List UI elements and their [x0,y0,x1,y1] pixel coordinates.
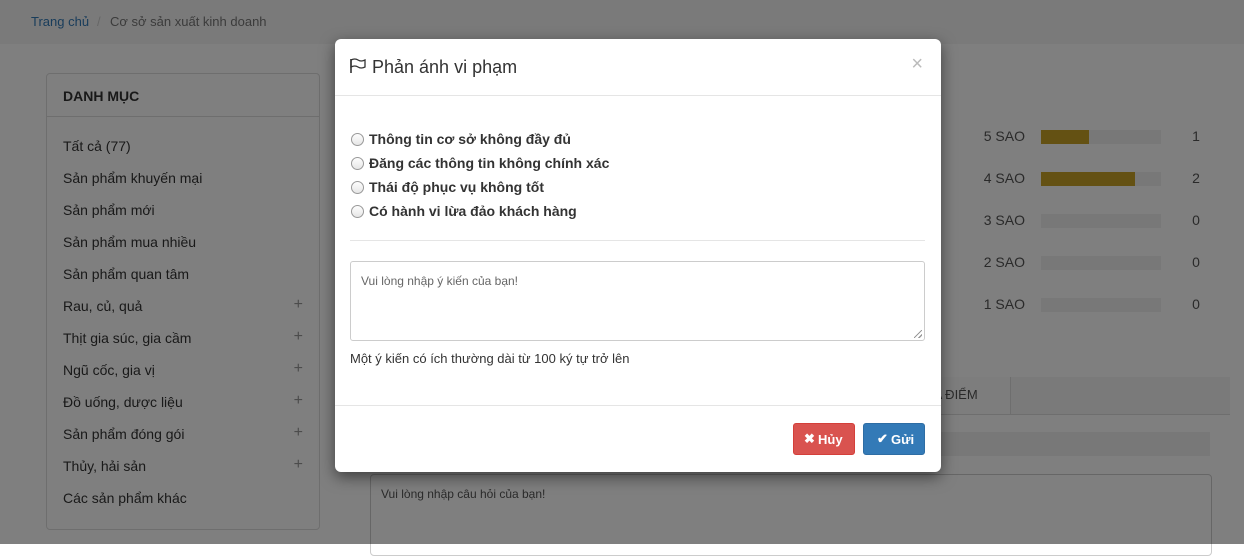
radio-button[interactable] [351,205,364,218]
send-button-label: Gửi [891,432,915,447]
option-label: Thái độ phục vụ không tốt [369,179,544,195]
divider [350,240,925,241]
violation-option-fraud[interactable]: Có hành vi lừa đảo khách hàng [351,201,751,223]
radio-button[interactable] [351,133,364,146]
option-label: Đăng các thông tin không chính xác [369,155,610,171]
violation-option-bad-service[interactable]: Thái độ phục vụ không tốt [351,177,751,199]
feedback-textarea[interactable]: Vui lòng nhập ý kiến của bạn! [350,261,925,341]
check-icon: ✔ [877,431,888,446]
violation-option-inaccurate-info[interactable]: Đăng các thông tin không chính xác [351,153,751,175]
close-icon[interactable]: × [911,53,923,76]
feedback-hint: Một ý kiến có ích thường dài từ 100 ký t… [350,351,630,366]
modal-footer: ✖ Hủy ✔ Gửi [335,405,941,473]
resize-handle-icon[interactable] [914,330,922,338]
option-label: Có hành vi lừa đảo khách hàng [369,203,577,219]
x-mark-icon: ✖ [804,431,815,446]
violation-option-incomplete-info[interactable]: Thông tin cơ sở không đầy đủ [351,129,751,151]
flag-icon [349,58,367,74]
modal-title: Phản ánh vi phạm [372,57,518,77]
feedback-placeholder: Vui lòng nhập ý kiến của bạn! [361,274,519,288]
cancel-button[interactable]: ✖ Hủy [793,423,855,455]
radio-button[interactable] [351,181,364,194]
radio-button[interactable] [351,157,364,170]
report-violation-dialog: Phản ánh vi phạm × Thông tin cơ sở không… [335,39,941,472]
option-label: Thông tin cơ sở không đầy đủ [369,131,571,147]
modal-header: Phản ánh vi phạm × [335,39,941,96]
cancel-button-label: Hủy [818,432,843,447]
send-button[interactable]: ✔ Gửi [863,423,925,455]
